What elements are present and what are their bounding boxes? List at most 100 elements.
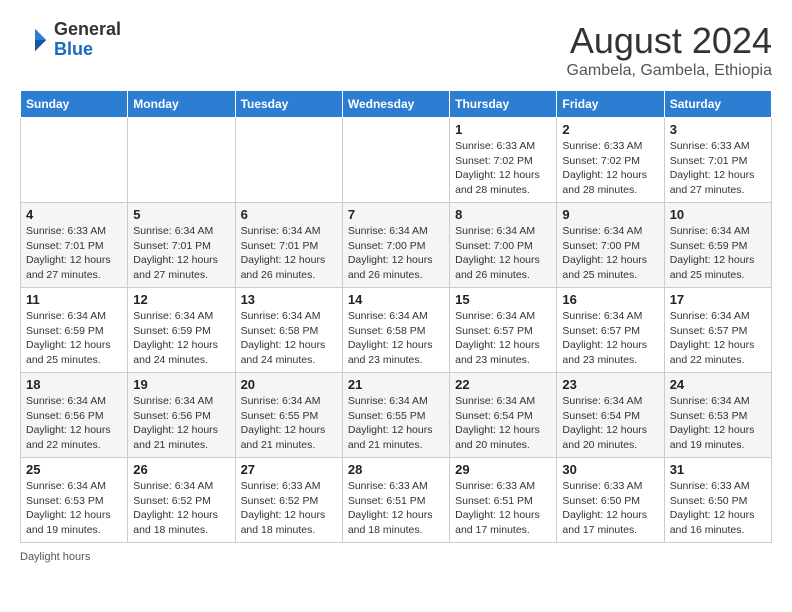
day-info: Sunrise: 6:33 AMSunset: 7:02 PMDaylight:… xyxy=(455,139,551,198)
day-info: Sunrise: 6:34 AMSunset: 6:58 PMDaylight:… xyxy=(241,309,337,368)
day-number: 1 xyxy=(455,122,551,137)
day-info: Sunrise: 6:34 AMSunset: 6:55 PMDaylight:… xyxy=(241,394,337,453)
logo: General Blue xyxy=(20,20,121,60)
calendar-cell: 5Sunrise: 6:34 AMSunset: 7:01 PMDaylight… xyxy=(128,203,235,288)
calendar-week-row: 4Sunrise: 6:33 AMSunset: 7:01 PMDaylight… xyxy=(21,203,772,288)
page-header: General Blue August 2024 Gambela, Gambel… xyxy=(20,20,772,80)
calendar-cell: 10 Sunrise: 6:34 AMSunset: 6:59 PMDayligh… xyxy=(664,203,771,288)
day-info: Sunrise: 6:33 AMSunset: 7:02 PMDaylight:… xyxy=(562,139,658,198)
calendar-cell: 9Sunrise: 6:34 AMSunset: 7:00 PMDaylight… xyxy=(557,203,664,288)
day-info: Sunrise: 6:34 AMSunset: 6:57 PMDaylight:… xyxy=(455,309,551,368)
day-info: Sunrise: 6:34 AMSunset: 7:01 PMDaylight:… xyxy=(133,224,229,283)
day-number: 19 xyxy=(133,377,229,392)
calendar-cell: 21 Sunrise: 6:34 AMSunset: 6:55 PMDayligh… xyxy=(342,373,449,458)
day-info: Sunrise: 6:33 AMSunset: 6:51 PMDaylight:… xyxy=(455,479,551,538)
calendar-week-row: 11 Sunrise: 6:34 AMSunset: 6:59 PMDayligh… xyxy=(21,288,772,373)
calendar-cell xyxy=(342,118,449,203)
day-number: 14 xyxy=(348,292,444,307)
calendar-cell: 25Sunrise: 6:34 AMSunset: 6:53 PMDayligh… xyxy=(21,458,128,543)
day-info: Sunrise: 6:34 AMSunset: 6:56 PMDaylight:… xyxy=(26,394,122,453)
calendar-cell: 23 Sunrise: 6:34 AMSunset: 6:54 PMDayligh… xyxy=(557,373,664,458)
day-info: Sunrise: 6:34 AMSunset: 6:54 PMDaylight:… xyxy=(455,394,551,453)
day-info: Sunrise: 6:34 AMSunset: 6:54 PMDaylight:… xyxy=(562,394,658,453)
weekday-header-sunday: Sunday xyxy=(21,91,128,118)
day-info: Sunrise: 6:34 AMSunset: 6:58 PMDaylight:… xyxy=(348,309,444,368)
day-info: Sunrise: 6:34 AMSunset: 6:56 PMDaylight:… xyxy=(133,394,229,453)
day-number: 20 xyxy=(241,377,337,392)
calendar-week-row: 1 Sunrise: 6:33 AMSunset: 7:02 PMDaylight… xyxy=(21,118,772,203)
day-number: 8 xyxy=(455,207,551,222)
calendar-cell: 16Sunrise: 6:34 AMSunset: 6:57 PMDayligh… xyxy=(557,288,664,373)
calendar-cell: 30 Sunrise: 6:33 AMSunset: 6:50 PMDayligh… xyxy=(557,458,664,543)
weekday-header-monday: Monday xyxy=(128,91,235,118)
day-number: 15 xyxy=(455,292,551,307)
day-number: 12 xyxy=(133,292,229,307)
day-number: 11 xyxy=(26,292,122,307)
calendar-cell: 2 Sunrise: 6:33 AMSunset: 7:02 PMDaylight… xyxy=(557,118,664,203)
day-number: 28 xyxy=(348,462,444,477)
day-info: Sunrise: 6:34 AMSunset: 7:00 PMDaylight:… xyxy=(455,224,551,283)
title-block: August 2024 Gambela, Gambela, Ethiopia xyxy=(567,20,772,80)
calendar-cell: 31Sunrise: 6:33 AMSunset: 6:50 PMDayligh… xyxy=(664,458,771,543)
calendar-cell: 11 Sunrise: 6:34 AMSunset: 6:59 PMDayligh… xyxy=(21,288,128,373)
calendar-cell: 8 Sunrise: 6:34 AMSunset: 7:00 PMDaylight… xyxy=(450,203,557,288)
calendar-cell: 28 Sunrise: 6:33 AMSunset: 6:51 PMDayligh… xyxy=(342,458,449,543)
calendar-cell xyxy=(21,118,128,203)
weekday-header-saturday: Saturday xyxy=(664,91,771,118)
day-number: 13 xyxy=(241,292,337,307)
day-number: 26 xyxy=(133,462,229,477)
day-number: 17 xyxy=(670,292,766,307)
calendar-cell: 26 Sunrise: 6:34 AMSunset: 6:52 PMDayligh… xyxy=(128,458,235,543)
day-number: 2 xyxy=(562,122,658,137)
day-number: 25 xyxy=(26,462,122,477)
calendar-table: SundayMondayTuesdayWednesdayThursdayFrid… xyxy=(20,90,772,543)
calendar-cell: 1 Sunrise: 6:33 AMSunset: 7:02 PMDaylight… xyxy=(450,118,557,203)
day-info: Sunrise: 6:34 AMSunset: 6:55 PMDaylight:… xyxy=(348,394,444,453)
day-number: 29 xyxy=(455,462,551,477)
day-info: Sunrise: 6:34 AMSunset: 6:59 PMDaylight:… xyxy=(26,309,122,368)
day-number: 22 xyxy=(455,377,551,392)
day-info: Sunrise: 6:34 AMSunset: 7:00 PMDaylight:… xyxy=(562,224,658,283)
calendar-cell: 6 Sunrise: 6:34 AMSunset: 7:01 PMDaylight… xyxy=(235,203,342,288)
day-info: Sunrise: 6:34 AMSunset: 6:53 PMDaylight:… xyxy=(670,394,766,453)
day-info: Sunrise: 6:33 AMSunset: 7:01 PMDaylight:… xyxy=(670,139,766,198)
day-info: Sunrise: 6:33 AMSunset: 6:50 PMDaylight:… xyxy=(562,479,658,538)
calendar-cell: 17 Sunrise: 6:34 AMSunset: 6:57 PMDayligh… xyxy=(664,288,771,373)
location-subtitle: Gambela, Gambela, Ethiopia xyxy=(567,62,772,80)
weekday-header-row: SundayMondayTuesdayWednesdayThursdayFrid… xyxy=(21,91,772,118)
month-year-title: August 2024 xyxy=(567,20,772,62)
day-number: 10 xyxy=(670,207,766,222)
day-number: 6 xyxy=(241,207,337,222)
day-number: 24 xyxy=(670,377,766,392)
calendar-cell: 19 Sunrise: 6:34 AMSunset: 6:56 PMDayligh… xyxy=(128,373,235,458)
day-info: Sunrise: 6:34 AMSunset: 6:59 PMDaylight:… xyxy=(670,224,766,283)
calendar-cell: 15 Sunrise: 6:34 AMSunset: 6:57 PMDayligh… xyxy=(450,288,557,373)
calendar-cell: 29 Sunrise: 6:33 AMSunset: 6:51 PMDayligh… xyxy=(450,458,557,543)
day-number: 16 xyxy=(562,292,658,307)
day-number: 23 xyxy=(562,377,658,392)
calendar-cell: 18 Sunrise: 6:34 AMSunset: 6:56 PMDayligh… xyxy=(21,373,128,458)
calendar-cell: 14 Sunrise: 6:34 AMSunset: 6:58 PMDayligh… xyxy=(342,288,449,373)
day-number: 30 xyxy=(562,462,658,477)
day-info: Sunrise: 6:34 AMSunset: 6:57 PMDaylight:… xyxy=(670,309,766,368)
day-number: 3 xyxy=(670,122,766,137)
day-number: 18 xyxy=(26,377,122,392)
calendar-cell: 24 Sunrise: 6:34 AMSunset: 6:53 PMDayligh… xyxy=(664,373,771,458)
calendar-cell: 13 Sunrise: 6:34 AMSunset: 6:58 PMDayligh… xyxy=(235,288,342,373)
calendar-cell: 27 Sunrise: 6:33 AMSunset: 6:52 PMDayligh… xyxy=(235,458,342,543)
day-info: Sunrise: 6:33 AMSunset: 6:52 PMDaylight:… xyxy=(241,479,337,538)
day-number: 7 xyxy=(348,207,444,222)
day-number: 27 xyxy=(241,462,337,477)
day-info: Sunrise: 6:34 AMSunset: 6:59 PMDaylight:… xyxy=(133,309,229,368)
logo-icon xyxy=(20,25,50,55)
day-info: Sunrise: 6:34 AMSunset: 6:52 PMDaylight:… xyxy=(133,479,229,538)
calendar-week-row: 18 Sunrise: 6:34 AMSunset: 6:56 PMDayligh… xyxy=(21,373,772,458)
calendar-cell: 7Sunrise: 6:34 AMSunset: 7:00 PMDaylight… xyxy=(342,203,449,288)
day-info: Sunrise: 6:33 AMSunset: 6:51 PMDaylight:… xyxy=(348,479,444,538)
day-info: Sunrise: 6:33 AMSunset: 7:01 PMDaylight:… xyxy=(26,224,122,283)
day-info: Sunrise: 6:34 AMSunset: 7:01 PMDaylight:… xyxy=(241,224,337,283)
day-number: 31 xyxy=(670,462,766,477)
calendar-cell: 22 Sunrise: 6:34 AMSunset: 6:54 PMDayligh… xyxy=(450,373,557,458)
weekday-header-tuesday: Tuesday xyxy=(235,91,342,118)
day-number: 21 xyxy=(348,377,444,392)
